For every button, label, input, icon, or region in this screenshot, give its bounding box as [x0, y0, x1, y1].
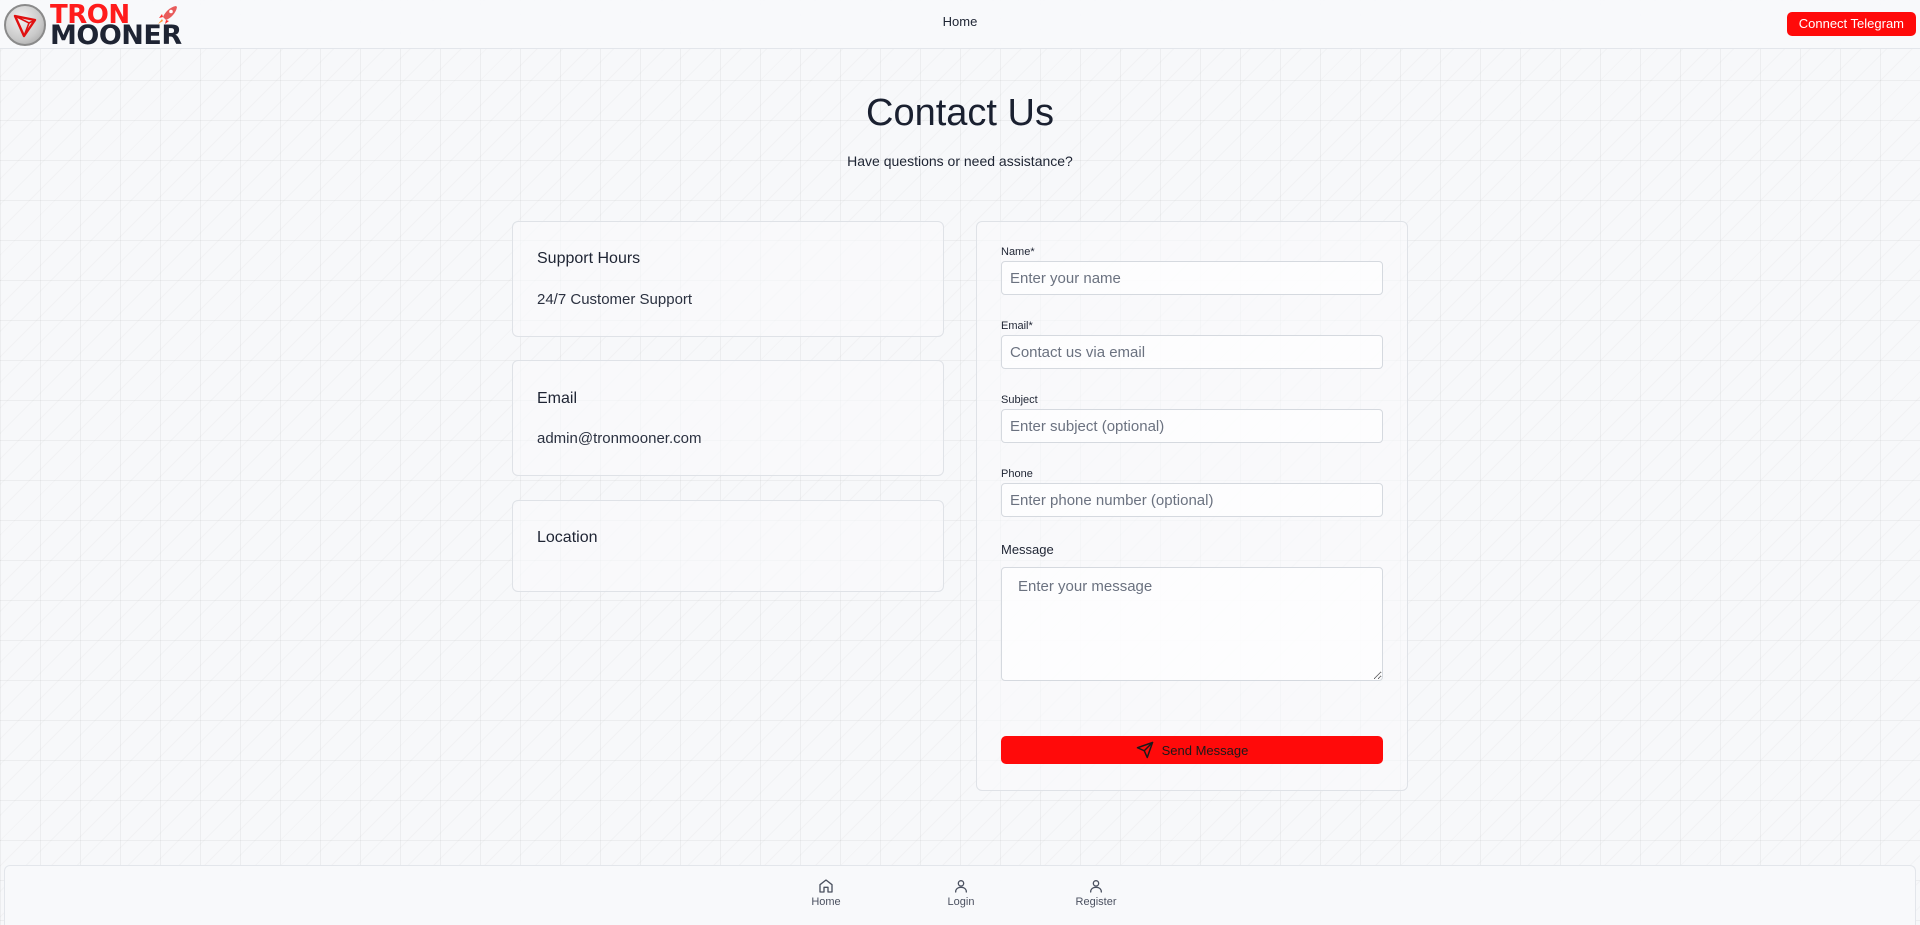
bottom-nav-register[interactable]: Register — [1056, 878, 1136, 908]
subject-input[interactable] — [1001, 409, 1383, 443]
support-hours-card: Support Hours 24/7 Customer Support — [512, 221, 944, 337]
card-title: Support Hours — [537, 250, 641, 267]
card-value: 24/7 Customer Support — [537, 291, 693, 308]
location-card: Location — [512, 500, 944, 592]
rocket-icon — [156, 4, 180, 31]
bottom-nav-login-label: Login — [947, 896, 975, 908]
send-icon — [1136, 741, 1153, 759]
page-title: Contact Us — [866, 92, 1054, 134]
phone-label: Phone — [1001, 468, 1033, 480]
top-header: TRON MOONER Home Connect Telegram — [0, 0, 1920, 49]
nav-home-link[interactable]: Home — [930, 14, 990, 29]
email-input[interactable] — [1001, 335, 1383, 369]
subject-label: Subject — [1001, 394, 1038, 406]
connect-telegram-button[interactable]: Connect Telegram — [1786, 12, 1916, 36]
phone-input[interactable] — [1001, 483, 1383, 517]
bottom-nav-register-label: Register — [1075, 896, 1117, 908]
email-label: Email* — [1001, 320, 1033, 332]
name-label: Name* — [1001, 246, 1035, 258]
contact-form: Name* Email* Subject Phone Message Send … — [976, 221, 1408, 791]
name-input[interactable] — [1001, 261, 1383, 295]
home-icon — [819, 879, 833, 893]
bottom-nav-home[interactable]: Home — [786, 878, 866, 908]
bottom-nav-login[interactable]: Login — [921, 878, 1001, 908]
user-icon — [1090, 880, 1102, 893]
send-message-button[interactable]: Send Message — [1001, 736, 1383, 764]
bottom-nav-home-label: Home — [811, 896, 841, 908]
site-logo[interactable]: TRON MOONER — [4, 2, 184, 49]
send-button-label: Send Message — [1161, 742, 1249, 758]
bottom-navigation: Home Login Register — [4, 865, 1916, 925]
user-icon — [955, 880, 967, 893]
email-card: Email admin@tronmooner.com — [512, 360, 944, 476]
card-title: Email — [537, 390, 578, 407]
tron-logo-icon — [4, 4, 46, 46]
page-subtitle: Have questions or need assistance? — [847, 153, 1073, 169]
message-textarea[interactable] — [1001, 567, 1383, 681]
message-label: Message — [1001, 542, 1054, 557]
card-value: admin@tronmooner.com — [537, 430, 702, 447]
card-title: Location — [537, 529, 598, 546]
